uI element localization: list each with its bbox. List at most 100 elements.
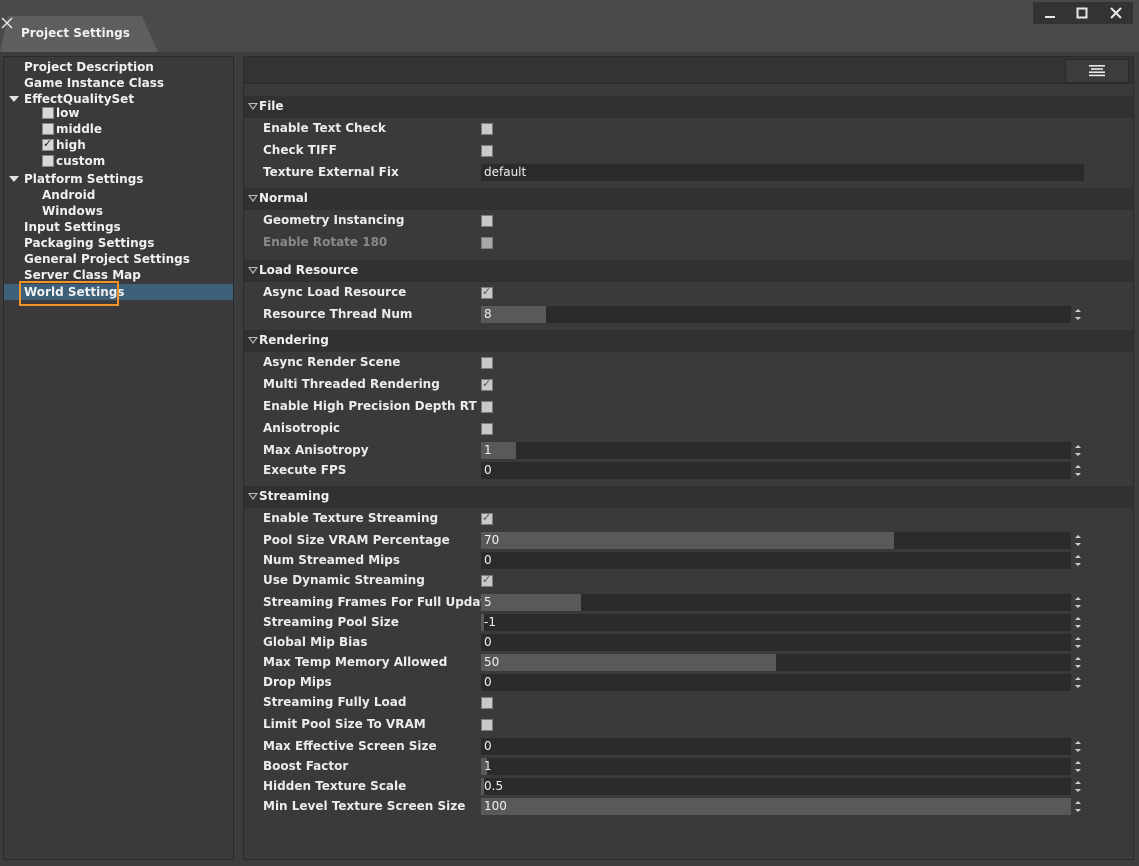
section-header[interactable]: Load Resource (244, 260, 1133, 282)
property-label: Pool Size VRAM Percentage (263, 533, 450, 547)
spinner-arrows-icon[interactable] (1074, 634, 1082, 651)
property-label: Enable Text Check (263, 121, 386, 135)
tree-item-middle[interactable]: middle (56, 121, 102, 137)
property-value: 70 (484, 533, 500, 547)
close-window-icon (1110, 7, 1122, 19)
property-number-field[interactable]: 1 (481, 442, 1071, 459)
quality-high-checkbox[interactable] (42, 137, 54, 151)
spinner-arrows-icon[interactable] (1074, 306, 1082, 323)
close-icon[interactable] (0, 16, 14, 30)
property-number-field[interactable]: 70 (481, 532, 1071, 549)
property-value: 100 (484, 799, 507, 813)
tree-item-platform-settings[interactable]: Platform Settings (24, 171, 143, 187)
property-value: 1 (484, 443, 492, 457)
property-label: Texture External Fix (263, 165, 399, 179)
property-value: 8 (484, 307, 492, 321)
tree-item-general-project-settings[interactable]: General Project Settings (24, 251, 190, 267)
property-number-field[interactable]: 0 (481, 674, 1071, 691)
property-checkbox[interactable] (481, 573, 493, 587)
spinner-arrows-icon[interactable] (1074, 594, 1082, 611)
property-number-field[interactable]: 8 (481, 306, 1071, 323)
property-value: 0 (484, 635, 492, 649)
tree-item-custom[interactable]: custom (56, 153, 105, 169)
collapse-arrow-icon[interactable] (248, 103, 258, 110)
property-text-field[interactable]: default (481, 164, 1084, 181)
property-label: Enable High Precision Depth RT (263, 399, 477, 413)
property-number-field[interactable]: 0 (481, 634, 1071, 651)
tree-item-android[interactable]: Android (42, 187, 95, 203)
collapse-arrow-icon[interactable] (248, 267, 258, 274)
property-number-field[interactable]: 100 (481, 798, 1071, 815)
property-number-field[interactable]: 1 (481, 758, 1071, 775)
property-checkbox[interactable] (481, 285, 493, 299)
property-checkbox[interactable] (481, 423, 493, 435)
property-number-field[interactable]: 5 (481, 594, 1071, 611)
tree-item-low[interactable]: low (56, 105, 79, 121)
tree-item-high[interactable]: high (56, 137, 86, 153)
section-title: Normal (259, 191, 308, 205)
property-label: Check TIFF (263, 143, 337, 157)
property-checkbox[interactable] (481, 377, 493, 391)
tree-item-windows[interactable]: Windows (42, 203, 103, 219)
collapse-arrow-icon[interactable] (248, 493, 258, 500)
property-checkbox[interactable] (481, 511, 493, 525)
menu-lines-icon (1089, 65, 1105, 77)
quality-low-checkbox[interactable] (42, 107, 54, 119)
spinner-arrows-icon[interactable] (1074, 532, 1082, 549)
property-checkbox[interactable] (481, 719, 493, 731)
property-label: Num Streamed Mips (263, 553, 400, 567)
property-number-field[interactable]: -1 (481, 614, 1071, 631)
property-number-field[interactable]: 50 (481, 654, 1071, 671)
title-bar: Project Settings (0, 0, 1139, 52)
spinner-arrows-icon[interactable] (1074, 442, 1082, 459)
annotation-highlight-box (19, 281, 119, 306)
quality-middle-checkbox[interactable] (42, 123, 54, 135)
slider-fill (481, 594, 581, 611)
spinner-arrows-icon[interactable] (1074, 798, 1082, 815)
section-header[interactable]: Streaming (244, 486, 1133, 508)
section-header[interactable]: Rendering (244, 330, 1133, 352)
tree-item-packaging-settings[interactable]: Packaging Settings (24, 235, 154, 251)
section-header[interactable]: Normal (244, 188, 1133, 210)
tree-item-game-instance-class[interactable]: Game Instance Class (24, 75, 164, 91)
spinner-arrows-icon[interactable] (1074, 462, 1082, 479)
property-number-field[interactable]: 0.5 (481, 778, 1071, 795)
tab-project-settings[interactable]: Project Settings (0, 16, 160, 52)
collapse-arrow-icon[interactable] (248, 195, 258, 202)
spinner-arrows-icon[interactable] (1074, 614, 1082, 631)
property-value: 1 (484, 759, 492, 773)
property-label: Max Effective Screen Size (263, 739, 437, 753)
property-checkbox[interactable] (481, 401, 493, 413)
spinner-arrows-icon[interactable] (1074, 654, 1082, 671)
section-header[interactable]: File (244, 96, 1133, 118)
collapse-arrow-icon[interactable] (248, 337, 258, 344)
options-menu-button[interactable] (1065, 59, 1129, 83)
property-checkbox[interactable] (481, 357, 493, 369)
quality-custom-checkbox[interactable] (42, 155, 54, 167)
property-number-field[interactable]: 0 (481, 552, 1071, 569)
spinner-arrows-icon[interactable] (1074, 758, 1082, 775)
property-number-field[interactable]: 0 (481, 462, 1071, 479)
maximize-button[interactable] (1065, 2, 1099, 24)
property-checkbox[interactable] (481, 145, 493, 157)
tab-title: Project Settings (21, 26, 130, 40)
property-label: Anisotropic (263, 421, 341, 435)
property-checkbox[interactable] (481, 123, 493, 135)
expand-arrow-icon[interactable] (9, 176, 19, 182)
spinner-arrows-icon[interactable] (1074, 552, 1082, 569)
section-title: Rendering (259, 333, 329, 347)
spinner-arrows-icon[interactable] (1074, 778, 1082, 795)
property-value: 50 (484, 655, 500, 669)
property-number-field[interactable]: 0 (481, 738, 1071, 755)
property-checkbox[interactable] (481, 697, 493, 709)
maximize-icon (1076, 7, 1088, 19)
close-window-button[interactable] (1099, 2, 1133, 24)
tree-item-project-description[interactable]: Project Description (24, 59, 154, 75)
expand-arrow-icon[interactable] (9, 96, 19, 102)
section-title: File (259, 99, 284, 113)
tree-item-input-settings[interactable]: Input Settings (24, 219, 121, 235)
spinner-arrows-icon[interactable] (1074, 674, 1082, 691)
minimize-button[interactable] (1033, 2, 1067, 24)
spinner-arrows-icon[interactable] (1074, 738, 1082, 755)
property-checkbox[interactable] (481, 215, 493, 227)
